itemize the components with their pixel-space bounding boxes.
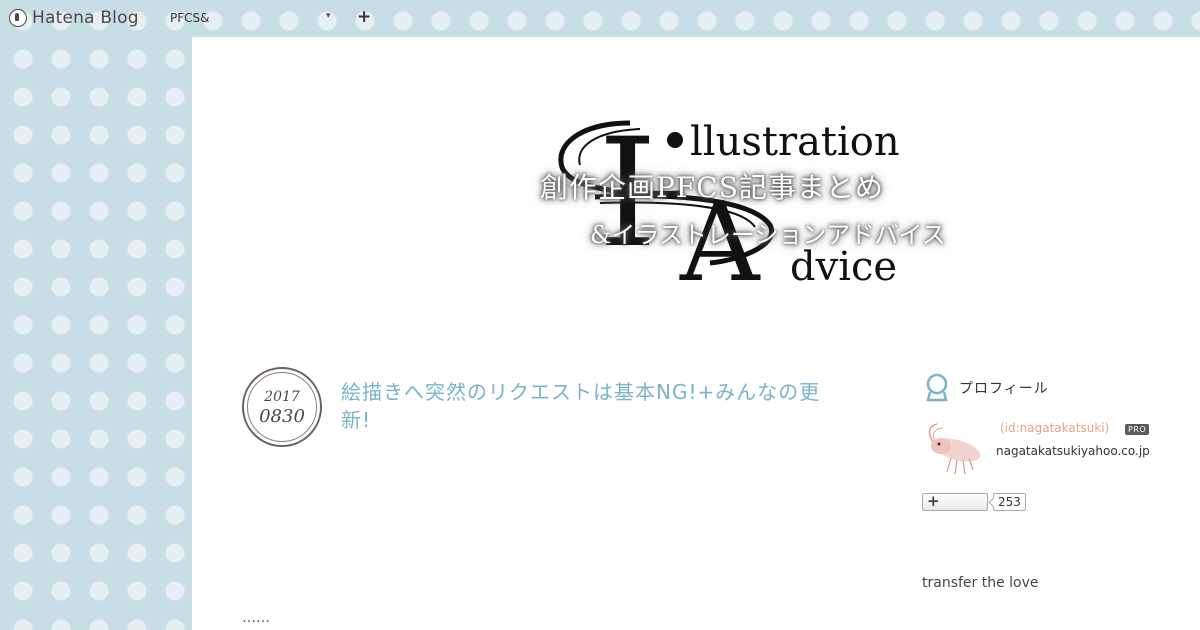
entry-date-monthday: 0830 — [259, 406, 305, 427]
profile-description: nagatakatsukiyahoo.co.jp — [996, 444, 1150, 458]
caret-down-icon[interactable]: ▾ — [326, 11, 331, 21]
logo-word-illustration: llustration — [690, 119, 900, 165]
entry-date-stamp[interactable]: 2017 0830 — [242, 367, 322, 447]
sidebar-text: transfer the love — [922, 575, 1039, 591]
avatar[interactable] — [921, 420, 987, 482]
profile-icon — [926, 373, 948, 402]
navbar: Hatena Blog PFCS& ▾ + — [0, 0, 1200, 37]
blog-title[interactable]: 創作企画PFCS記事まとめ — [540, 166, 970, 206]
add-button[interactable]: + — [357, 7, 371, 27]
profile-id-link[interactable]: (id:nagatakatsuki) — [1000, 421, 1109, 435]
entry-title-link[interactable]: 絵描きへ突然のリクエストは基本NG!+みんなの更新! — [341, 378, 841, 434]
blog-subtitle: &イラストレーションアドバイス — [590, 221, 946, 249]
entry-excerpt: …… — [242, 610, 270, 626]
logo-word-advice: dvice — [790, 244, 897, 290]
entry-date-year: 2017 — [264, 389, 300, 405]
blog-header-banner[interactable]: I llustration A dvice 創作企画PFCS記事まとめ &イラス… — [540, 85, 960, 290]
logo-text: Hatena Blog — [32, 8, 139, 28]
pro-badge: PRO — [1125, 424, 1150, 435]
plus-icon: + — [927, 492, 940, 510]
subscriber-count[interactable]: 253 — [993, 493, 1026, 511]
blog-selector[interactable]: PFCS& — [170, 11, 210, 25]
subscribe-button[interactable]: + — [922, 492, 988, 511]
hatena-blog-logo[interactable]: Hatena Blog — [9, 6, 139, 30]
hatena-pen-icon — [9, 9, 27, 27]
profile-heading: プロフィール — [959, 381, 1049, 397]
